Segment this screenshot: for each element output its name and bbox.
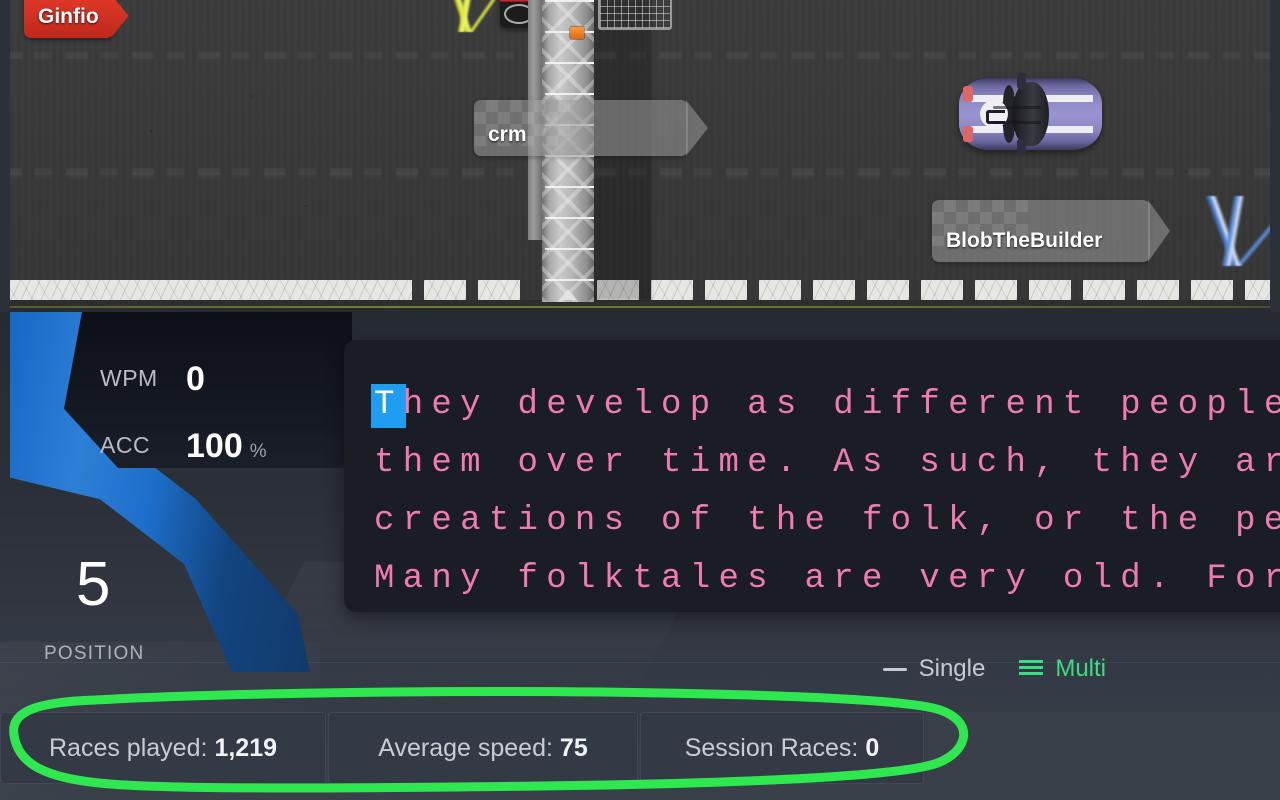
- asphalt-speck: [1185, 170, 1187, 172]
- curb-segment: [1083, 280, 1125, 300]
- session-stats-bar: Races played: 1,219 Average speed: 75 Sess…: [0, 712, 1280, 784]
- stat-label: Races played:: [49, 733, 208, 762]
- car-roof: [1011, 82, 1050, 146]
- wpm-label: WPM: [100, 365, 158, 391]
- stat-value: 75: [559, 733, 588, 762]
- stat-label: Average speed:: [378, 733, 553, 762]
- accuracy-value-wrap: 100 %: [186, 427, 267, 466]
- accuracy-value: 100: [186, 427, 243, 465]
- position-label: POSITION: [44, 643, 145, 664]
- stat-value: 1,219: [214, 733, 277, 762]
- curb-segment: [759, 280, 801, 300]
- typing-line: them over time. As such, they are: [374, 444, 1280, 482]
- checkpoint-flag-icon: [570, 27, 584, 39]
- lines-icon: [1019, 660, 1044, 678]
- track-left-border: [0, 0, 10, 312]
- typing-cursor: T: [374, 384, 403, 428]
- stat-label: Session Races:: [684, 733, 859, 762]
- racer-name-label: crm: [488, 123, 527, 146]
- mode-single[interactable]: Single: [882, 655, 986, 683]
- race-track: Ginfio crm BlobTheBuilder: [0, 0, 1280, 312]
- racer-name-label: BlobTheBuilder: [946, 229, 1103, 252]
- curb-segment: [921, 280, 963, 300]
- curb-segment: [478, 280, 520, 300]
- stat-average-speed[interactable]: Average speed: 75: [328, 712, 638, 784]
- mode-single-label: Single: [918, 655, 986, 682]
- typing-line: creations of the folk, or the peop: [374, 502, 1280, 540]
- car-mirror: [1017, 139, 1026, 155]
- racer-nametag-blobthebuilder[interactable]: BlobTheBuilder: [932, 200, 1150, 262]
- racer-name-label: Ginfio: [38, 5, 99, 28]
- tower-arrow-icon: [559, 289, 577, 300]
- car-mirror: [1017, 73, 1026, 89]
- car-taillight: [963, 126, 973, 142]
- race-game-screen: Ginfio crm BlobTheBuilder WPM 0 ACC 100 …: [0, 0, 1280, 800]
- curb-segment: [813, 280, 855, 300]
- wpm-value: 0: [186, 360, 205, 398]
- car-vent: [993, 106, 1041, 109]
- curb-segment: [424, 280, 466, 300]
- asphalt-speck: [250, 95, 252, 97]
- accuracy-label: ACC: [100, 432, 151, 458]
- curb-segment: [705, 280, 747, 300]
- curb-segment: [867, 280, 909, 300]
- typing-line-rest: hey develop as different people t: [402, 386, 1280, 424]
- asphalt-speck: [305, 205, 307, 207]
- racer-nametag-crm[interactable]: crm: [474, 100, 688, 156]
- curb-segment: [1191, 280, 1233, 300]
- stat-session-races[interactable]: Session Races: 0: [640, 712, 924, 784]
- gantry-light-box: [598, 0, 672, 30]
- mode-multi-label: Multi: [1055, 655, 1106, 682]
- wpm-value-wrap: 0: [186, 360, 205, 399]
- accuracy-unit: %: [249, 441, 267, 462]
- stat-value: 0: [865, 733, 880, 762]
- typing-line: Many folktales are very old. For: [374, 560, 1280, 598]
- track-right-border: [1270, 0, 1280, 312]
- accuracy-stat: ACC: [100, 432, 150, 459]
- track-gantry-tower: [528, 0, 672, 312]
- typing-text-box[interactable]: They develop as different people t them …: [344, 340, 1280, 612]
- car-taillight: [963, 86, 973, 102]
- asphalt-speck: [150, 130, 152, 132]
- stat-races-played[interactable]: Races played: 1,219: [0, 712, 326, 784]
- typing-line: They develop as different people t: [374, 376, 1280, 434]
- curb-segment: [975, 280, 1017, 300]
- position-value: 5: [76, 550, 111, 619]
- curb-segment: [1137, 280, 1179, 300]
- racer-vehicle-car: [959, 73, 1102, 155]
- racer-nametag-ginfio[interactable]: Ginfio: [24, 0, 113, 38]
- curb-segment: [0, 280, 412, 300]
- mode-multi[interactable]: Multi: [1019, 655, 1106, 683]
- car-vent: [993, 121, 1041, 124]
- wpm-stat: WPM: [100, 365, 158, 392]
- dash-icon: [882, 667, 907, 671]
- mode-toggle-group: Single Multi: [882, 655, 1106, 683]
- curb-segment: [1029, 280, 1071, 300]
- statbar-filler: [926, 712, 1280, 784]
